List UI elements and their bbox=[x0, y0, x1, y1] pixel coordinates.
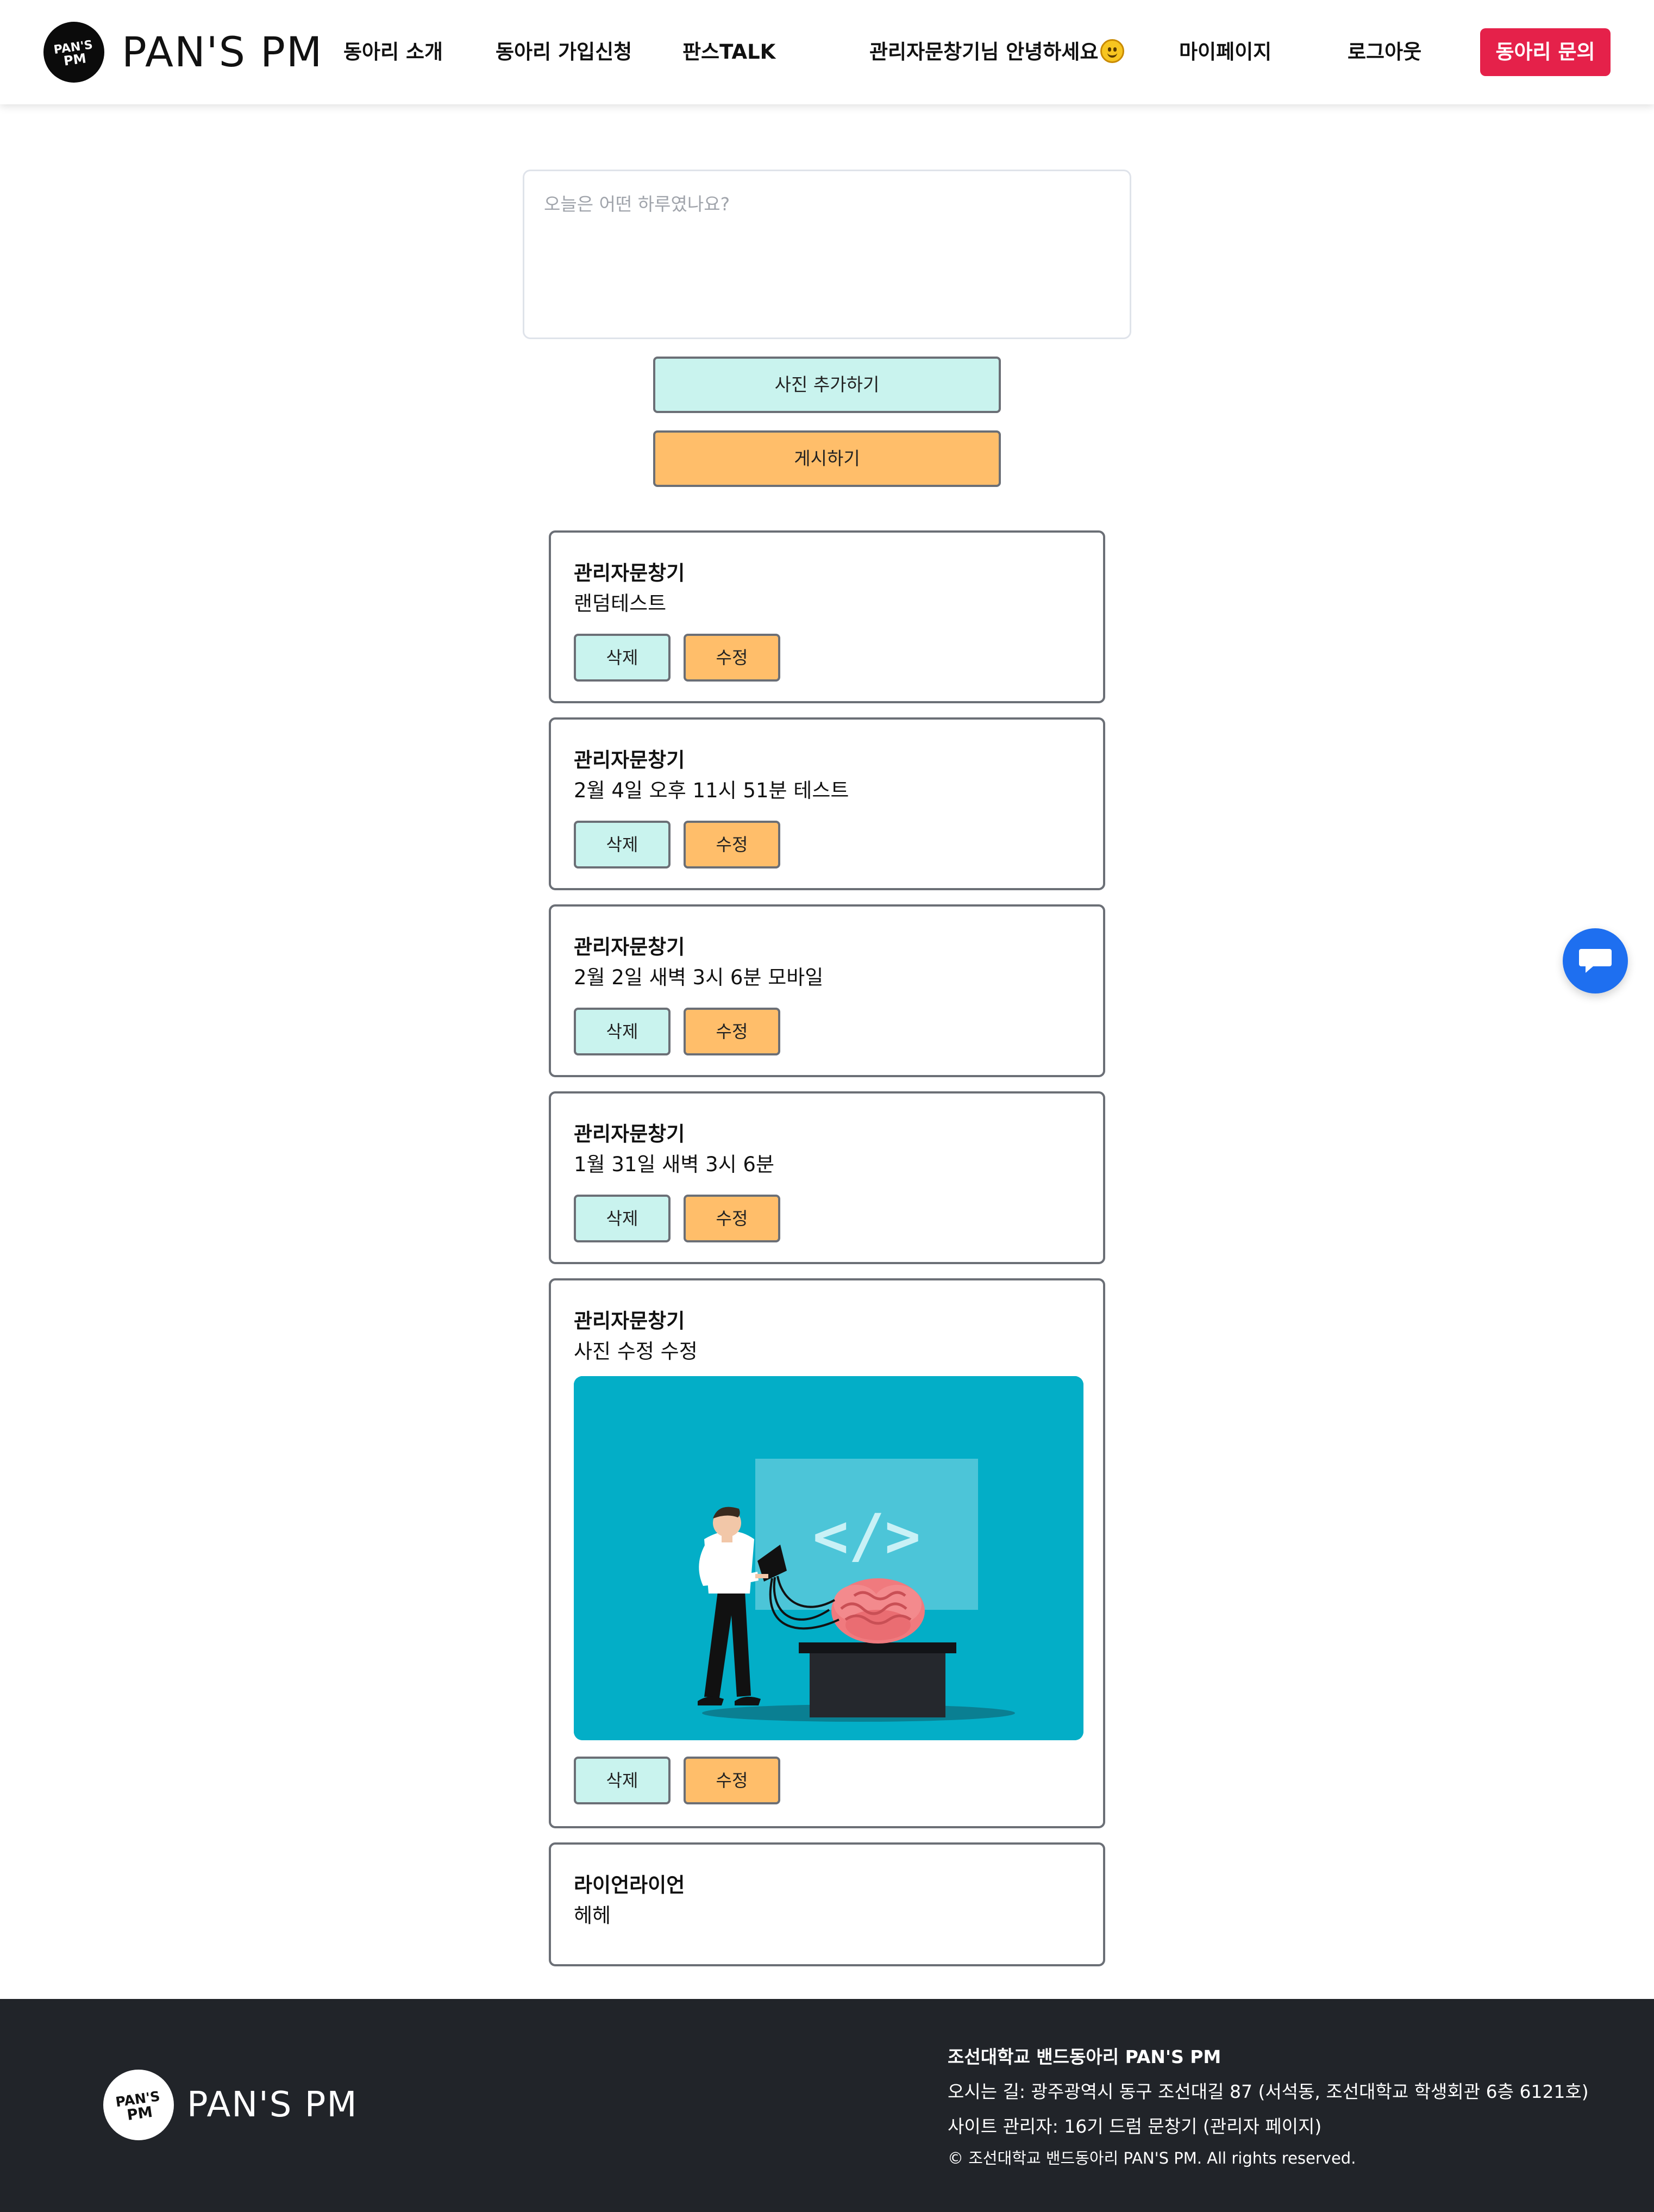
post-card: 관리자문창기 2월 2일 새벽 3시 6분 모바일 삭제 수정 bbox=[549, 904, 1105, 1077]
edit-button[interactable]: 수정 bbox=[684, 1008, 780, 1055]
add-photo-button[interactable]: 사진 추가하기 bbox=[653, 357, 1001, 413]
nav-talk[interactable]: 판스TALK bbox=[682, 36, 775, 68]
smile-emoji-icon bbox=[1100, 39, 1125, 63]
footer-admin[interactable]: 사이트 관리자: 16기 드럼 문창기 (관리자 페이지) bbox=[948, 2112, 1321, 2138]
post-card: 관리자문창기 1월 31일 새벽 3시 6분 삭제 수정 bbox=[549, 1091, 1105, 1264]
nav-join[interactable]: 동아리 가입신청 bbox=[496, 36, 632, 68]
footer-brand: PAN'S PM bbox=[187, 2085, 358, 2125]
delete-button[interactable]: 삭제 bbox=[574, 1195, 671, 1242]
nav-about[interactable]: 동아리 소개 bbox=[343, 36, 443, 68]
post-card: 관리자문창기 사진 수정 수정 </> 삭제 수정 bbox=[549, 1278, 1105, 1828]
edit-button[interactable]: 수정 bbox=[684, 1757, 780, 1804]
post-content: 헤헤 bbox=[574, 1904, 611, 1927]
svg-text:</>: </> bbox=[813, 1501, 921, 1571]
footer-org: 조선대학교 밴드동아리 PAN'S PM bbox=[948, 2046, 1221, 2067]
post-content: 1월 31일 새벽 3시 6분 bbox=[574, 1153, 774, 1176]
logo-mark-icon: PAN'S PM bbox=[54, 38, 93, 69]
post-image: </> bbox=[574, 1376, 1083, 1740]
edit-button[interactable]: 수정 bbox=[684, 1195, 780, 1242]
footer-copyright: © 조선대학교 밴드동아리 PAN'S PM. All rights reser… bbox=[948, 2149, 1356, 2167]
inquiry-button[interactable]: 동아리 문의 bbox=[1480, 28, 1611, 76]
club-logo[interactable]: PAN'S PM bbox=[43, 22, 104, 83]
brand-title[interactable]: PAN'S PM bbox=[122, 25, 323, 79]
post-textarea[interactable]: 오늘은 어떤 하루였나요? bbox=[523, 170, 1131, 339]
top-navbar: PAN'S PM PAN'S PM 동아리 소개 동아리 가입신청 판스TALK… bbox=[0, 0, 1654, 104]
post-content: 랜덤테스트 bbox=[574, 592, 667, 615]
delete-button[interactable]: 삭제 bbox=[574, 821, 671, 868]
post-card: 라이언라이언 헤헤 bbox=[549, 1842, 1105, 1966]
post-author: 관리자문창기 bbox=[574, 1309, 685, 1333]
post-content: 2월 4일 오후 11시 51분 테스트 bbox=[574, 779, 849, 802]
footer-address: 오시는 길: 광주광역시 동구 조선대길 87 (서석동, 조선대학교 학생회관… bbox=[948, 2081, 1589, 2102]
post-author: 관리자문창기 bbox=[574, 748, 685, 772]
svg-text:PM: PM bbox=[62, 51, 87, 69]
svg-text:PM: PM bbox=[126, 2104, 154, 2124]
delete-button[interactable]: 삭제 bbox=[574, 1008, 671, 1055]
post-content: 사진 수정 수정 bbox=[574, 1340, 698, 1363]
post-card: 관리자문창기 2월 4일 오후 11시 51분 테스트 삭제 수정 bbox=[549, 717, 1105, 890]
chat-button[interactable] bbox=[1563, 928, 1628, 993]
logo-mark-icon: PAN'S PM bbox=[116, 2088, 161, 2124]
post-author: 관리자문창기 bbox=[574, 1122, 685, 1146]
delete-button[interactable]: 삭제 bbox=[574, 634, 671, 682]
post-content: 2월 2일 새벽 3시 6분 모바일 bbox=[574, 966, 824, 989]
post-card: 관리자문창기 랜덤테스트 삭제 수정 bbox=[549, 530, 1105, 703]
user-greeting: 관리자문창기님 안녕하세요 bbox=[869, 36, 1125, 68]
delete-button[interactable]: 삭제 bbox=[574, 1757, 671, 1804]
greeting-text: 관리자문창기님 안녕하세요 bbox=[869, 40, 1099, 64]
nav-mypage[interactable]: 마이페이지 bbox=[1179, 36, 1271, 68]
footer-logo: PAN'S PM bbox=[103, 2070, 174, 2140]
post-author: 관리자문창기 bbox=[574, 935, 685, 959]
post-textarea-placeholder: 오늘은 어떤 하루였나요? bbox=[544, 193, 730, 215]
footer: PAN'S PM PAN'S PM 조선대학교 밴드동아리 PAN'S PM 오… bbox=[0, 1999, 1654, 2212]
edit-button[interactable]: 수정 bbox=[684, 634, 780, 682]
developer-brain-illustration: </> bbox=[574, 1376, 1083, 1740]
nav-logout[interactable]: 로그아웃 bbox=[1348, 36, 1421, 68]
chat-bubble-icon bbox=[1579, 949, 1612, 973]
edit-button[interactable]: 수정 bbox=[684, 821, 780, 868]
post-author: 관리자문창기 bbox=[574, 561, 685, 585]
post-author: 라이언라이언 bbox=[574, 1873, 685, 1897]
submit-post-button[interactable]: 게시하기 bbox=[653, 430, 1001, 487]
